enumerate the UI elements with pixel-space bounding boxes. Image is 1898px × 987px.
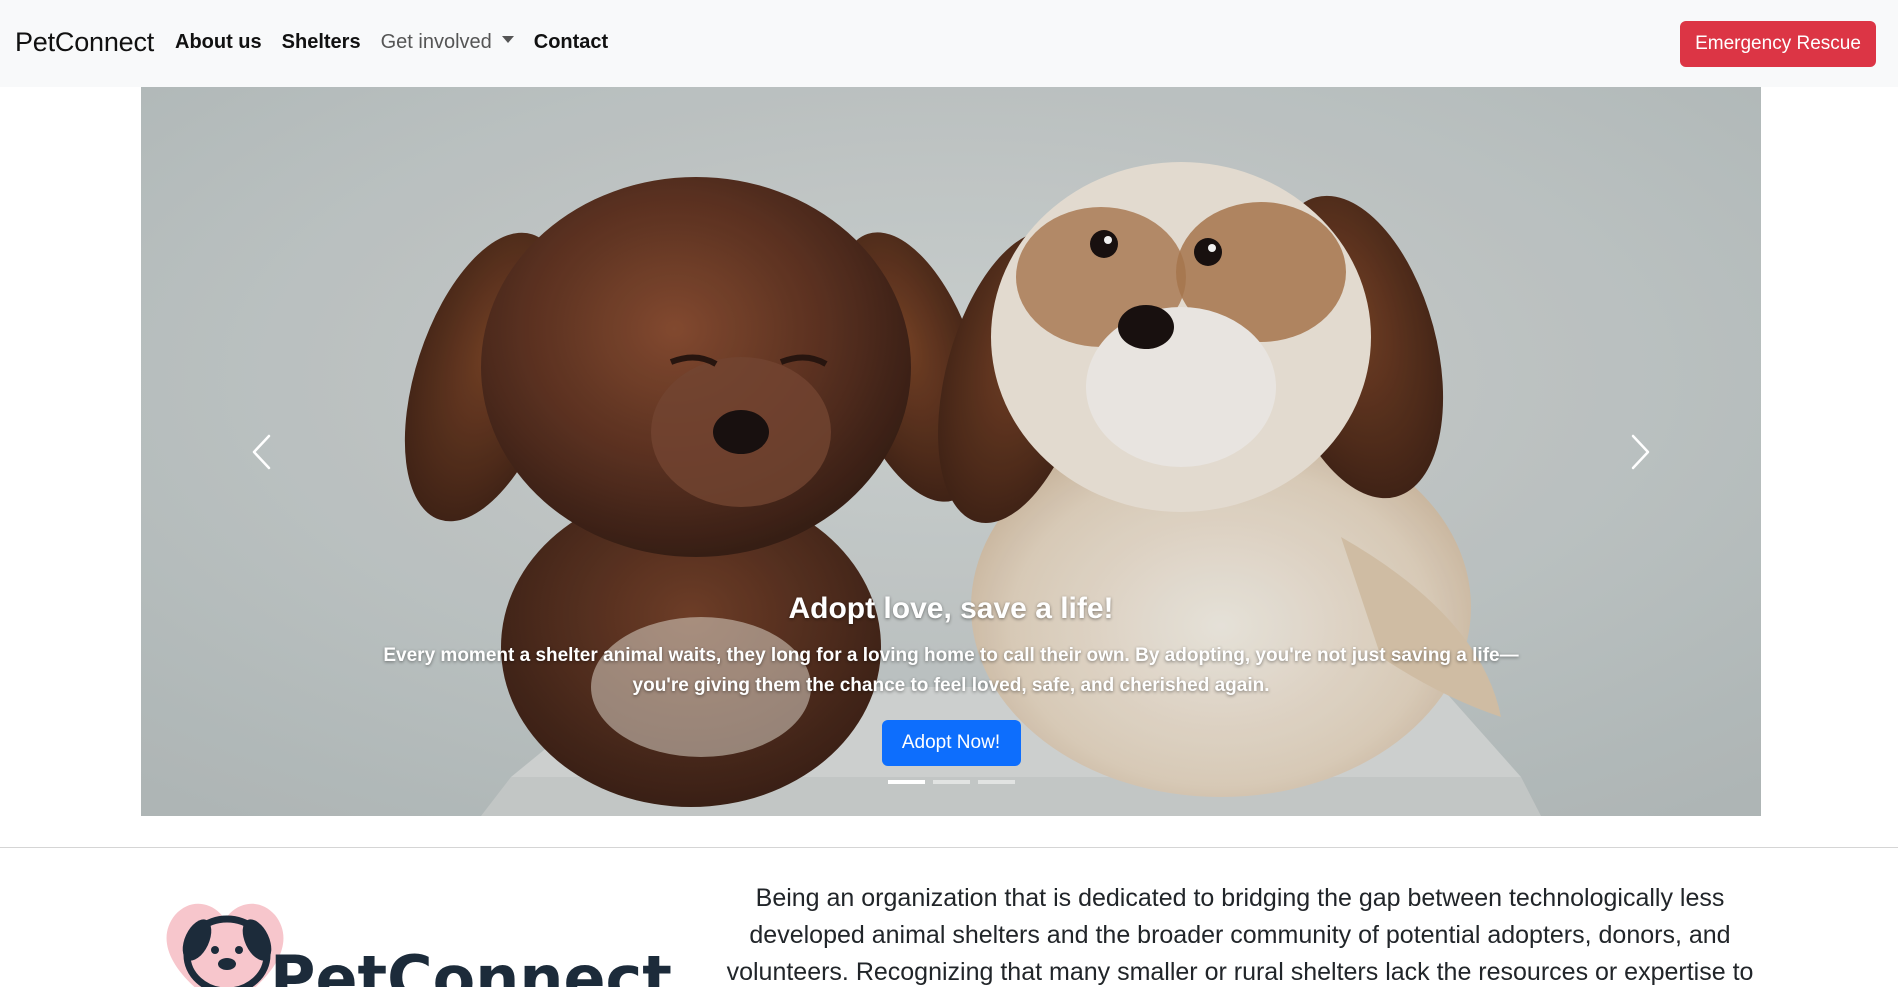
adopt-now-button[interactable]: Adopt Now!: [881, 720, 1021, 766]
chevron-left-icon: [252, 434, 271, 469]
carousel-prev-button[interactable]: [141, 87, 381, 816]
caret-down-icon: [501, 36, 514, 44]
section-divider: [0, 847, 1898, 848]
about-text: Being an organization that is dedicated …: [726, 884, 1754, 986]
nav-links: About us Shelters Get involved Contact: [175, 31, 628, 54]
petconnect-logo: PetConnect: [155, 900, 675, 987]
navbar: PetConnect About us Shelters Get involve…: [0, 0, 1898, 87]
carousel-caption: Adopt love, save a life! Every moment a …: [381, 592, 1521, 766]
nav-dropdown-label: Get involved: [380, 31, 492, 53]
carousel-title: Adopt love, save a life!: [788, 592, 1114, 625]
nav-dropdown-get-involved[interactable]: Get involved: [381, 31, 514, 54]
chevron-right-icon: [1631, 434, 1650, 469]
nav-link-about-us[interactable]: About us: [175, 31, 262, 54]
hero-carousel: Adopt love, save a life! Every moment a …: [141, 87, 1761, 816]
carousel-indicator-3[interactable]: [977, 780, 1015, 784]
carousel-indicators: [141, 780, 1761, 784]
carousel-indicator-2[interactable]: [932, 780, 970, 784]
nav-link-shelters[interactable]: Shelters: [282, 31, 361, 54]
brand-logo[interactable]: PetConnect: [15, 27, 154, 58]
carousel-next-button[interactable]: [1521, 87, 1761, 816]
carousel-indicator-1[interactable]: [887, 780, 925, 784]
carousel-text: Every moment a shelter animal waits, the…: [383, 645, 1519, 696]
nav-link-contact[interactable]: Contact: [534, 31, 608, 54]
petconnect-logo-image: PetConnect: [166, 903, 672, 987]
emergency-rescue-button[interactable]: Emergency Rescue: [1680, 21, 1876, 67]
logo-text: PetConnect: [270, 942, 672, 987]
